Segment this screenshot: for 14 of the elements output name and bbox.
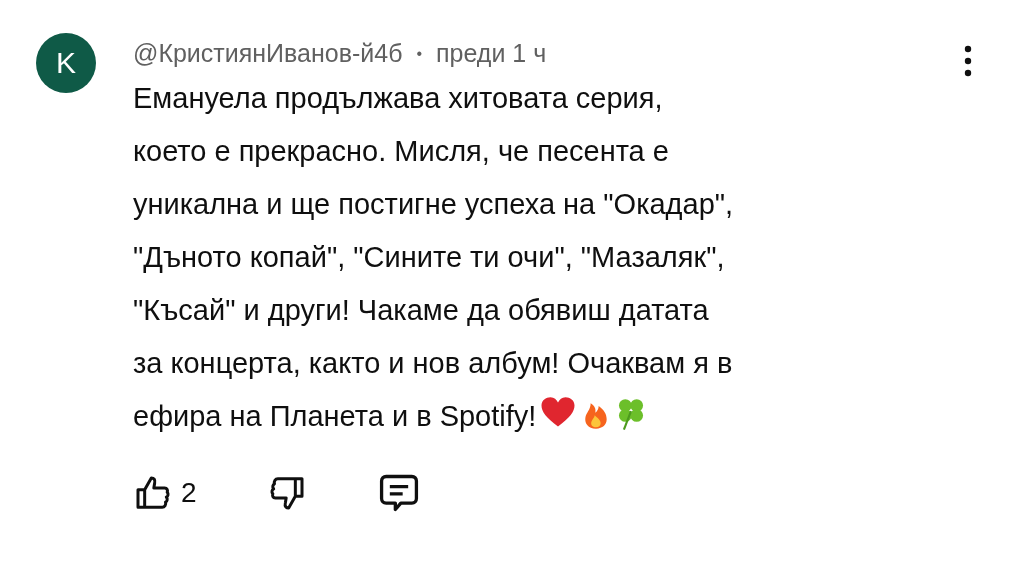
comment-text-line: ефира на Планета и в Spotify! <box>133 400 537 432</box>
comment-text-line: "Дъното копай", "Сините ти очи", "Мазаляк", <box>133 241 725 273</box>
author-name[interactable]: @КристиянИванов-й4б <box>133 39 403 68</box>
comment-text-line: "Късай" и други! Чакаме да обявиш датата <box>133 294 709 326</box>
comment-text-line: което е прекрасно. Мисля, че песента е <box>133 135 669 167</box>
like-count: 2 <box>181 477 197 509</box>
comment-text-line: Емануела продължава хитовата серия, <box>133 82 663 114</box>
separator-dot: • <box>416 44 423 63</box>
more-options-icon[interactable] <box>963 45 973 77</box>
like-button[interactable]: 2 <box>133 473 197 513</box>
timestamp: преди 1 ч <box>436 39 547 68</box>
comment-text-line: уникална и ще постигне успеха на "Окадар", <box>133 188 734 220</box>
comment-text-line: за концерта, както и нов албум! Очаквам я в <box>133 347 733 379</box>
avatar[interactable]: K <box>36 33 96 93</box>
